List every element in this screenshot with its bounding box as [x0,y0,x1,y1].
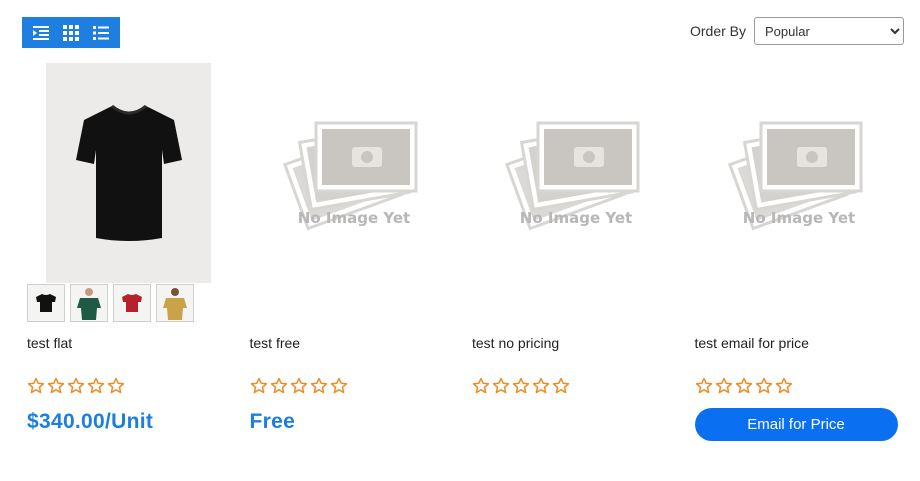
thumbnail-mustard-tshirt[interactable] [156,284,194,322]
star-icon[interactable] [695,377,713,395]
order-by-select[interactable]: Popular [754,17,904,45]
product-title[interactable]: test flat [27,335,72,351]
indent-view-icon[interactable] [29,21,53,45]
star-icon[interactable] [250,377,268,395]
thumbnail-strip [27,284,194,322]
star-icon[interactable] [735,377,753,395]
placeholder-text: No Image Yet [520,209,632,227]
rating-stars [250,377,348,395]
star-icon[interactable] [27,377,45,395]
product-title[interactable]: test email for price [695,335,809,351]
order-by-label: Order By [689,23,746,39]
rating-stars [472,377,570,395]
star-icon[interactable] [715,377,733,395]
grid-view-icon[interactable] [59,21,83,45]
thumbnail-green-tshirt[interactable] [70,284,108,322]
photo-stack-icon: No Image Yet [282,121,417,231]
product-card: test flat $340.00/Unit [22,63,245,463]
order-by: Order By Popular [690,17,904,45]
rating-stars [27,377,125,395]
email-for-price-button[interactable]: Email for Price [694,408,898,441]
placeholder-text: No Image Yet [742,209,854,227]
tshirt-image [75,104,182,241]
product-card: No Image Yet test no pricing [467,63,690,463]
no-image-placeholder[interactable]: No Image Yet [250,63,458,283]
star-icon[interactable] [270,377,288,395]
star-icon[interactable] [532,377,550,395]
thumbnail-black-tshirt[interactable] [27,284,65,322]
star-icon[interactable] [310,377,328,395]
product-card: No Image Yet test email for price Email … [690,63,913,463]
no-image-placeholder[interactable]: No Image Yet [695,63,903,283]
star-icon[interactable] [512,377,530,395]
product-price: $340.00/Unit [27,410,154,433]
star-icon[interactable] [290,377,308,395]
star-icon[interactable] [47,377,65,395]
star-icon[interactable] [755,377,773,395]
star-icon[interactable] [552,377,570,395]
product-title[interactable]: test free [250,335,301,351]
product-image[interactable] [46,63,211,283]
placeholder-text: No Image Yet [297,209,409,227]
list-view-icon[interactable] [89,21,113,45]
product-price: Free [249,410,296,433]
view-toggle [22,17,120,48]
star-icon[interactable] [472,377,490,395]
star-icon[interactable] [87,377,105,395]
rating-stars [695,377,793,395]
photo-stack-icon: No Image Yet [504,121,640,231]
product-card: No Image Yet test free Free [245,63,468,463]
product-title[interactable]: test no pricing [472,335,559,351]
star-icon[interactable] [492,377,510,395]
star-icon[interactable] [67,377,85,395]
star-icon[interactable] [107,377,125,395]
thumbnail-red-tshirt[interactable] [113,284,151,322]
no-image-placeholder[interactable]: No Image Yet [472,63,680,283]
photo-stack-icon: No Image Yet [727,121,862,231]
star-icon[interactable] [330,377,348,395]
star-icon[interactable] [775,377,793,395]
product-grid: test flat $340.00/Unit No Image Yet test… [22,63,912,463]
